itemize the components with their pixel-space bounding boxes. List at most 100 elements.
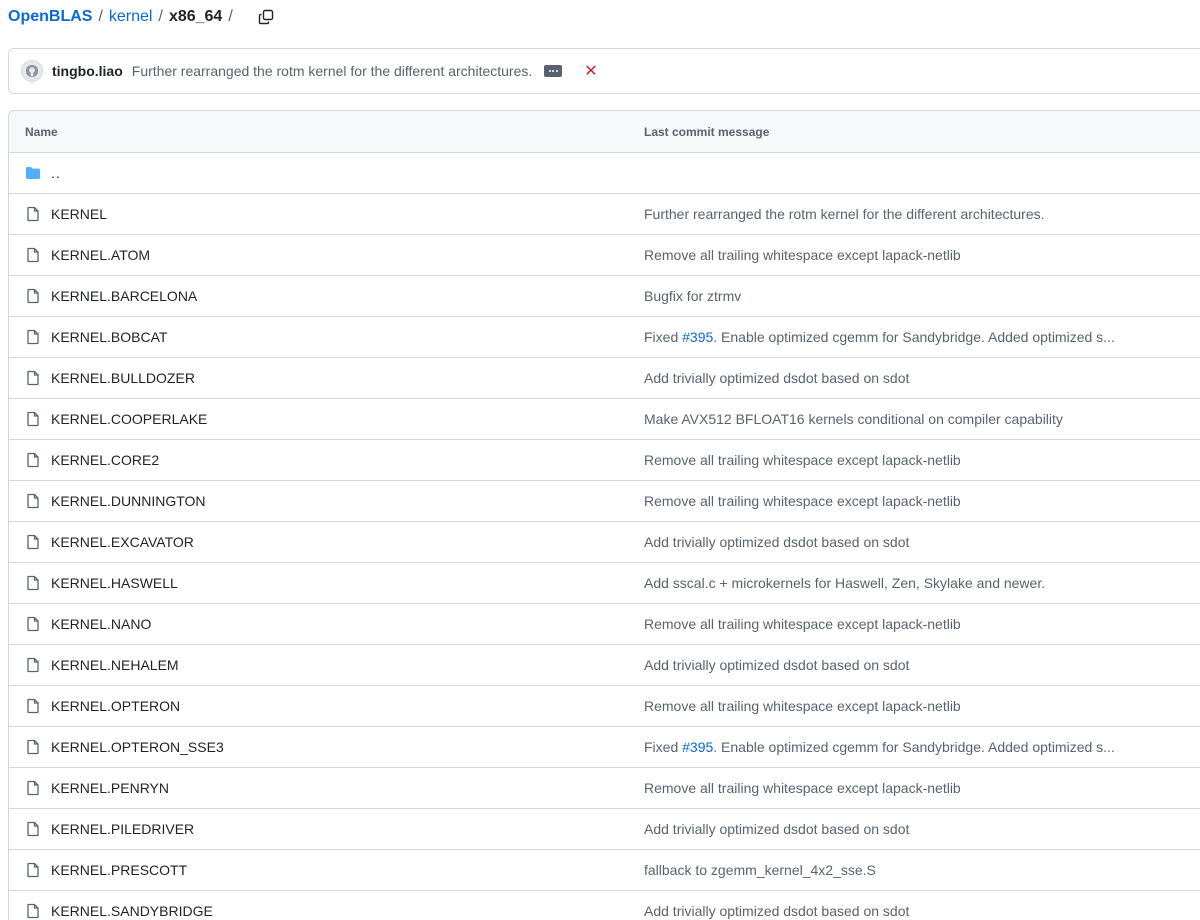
file-icon	[27, 452, 39, 468]
file-name-link[interactable]: KERNEL.PENRYN	[51, 780, 169, 796]
table-row[interactable]: KERNEL.EXCAVATOR Add trivially optimized …	[9, 522, 1200, 563]
file-name-link[interactable]: KERNEL.SANDYBRIDGE	[51, 903, 213, 919]
commit-message-text[interactable]: . Enable optimized cgemm for Sandybridge…	[713, 329, 1115, 345]
table-row[interactable]: KERNEL.PRESCOTT fallback to zgemm_kernel_…	[9, 850, 1200, 891]
breadcrumb-separator: /	[228, 8, 233, 25]
table-row[interactable]: KERNEL.OPTERON Remove all trailing whites…	[9, 686, 1200, 727]
commit-message-text[interactable]: Further rearranged the rotm kernel for t…	[644, 206, 1045, 222]
commit-message-text[interactable]: Remove all trailing whitespace except la…	[644, 247, 961, 263]
breadcrumb-folder-link[interactable]: kernel	[109, 8, 153, 26]
table-row[interactable]: KERNEL.PILEDRIVER Add trivially optimized…	[9, 809, 1200, 850]
table-row[interactable]: KERNEL.BOBCAT Fixed #395. Enable optimize…	[9, 317, 1200, 358]
ellipsis-dot	[555, 70, 558, 72]
commit-message-cell[interactable]: Remove all trailing whitespace except la…	[644, 452, 961, 468]
commit-message-cell[interactable]: Fixed #395. Enable optimized cgemm for S…	[644, 739, 1115, 755]
file-icon	[27, 780, 39, 796]
column-header-name: Name	[25, 124, 58, 139]
commit-message-text[interactable]: fallback to zgemm_kernel_4x2_sse.S	[644, 862, 876, 878]
commit-message-text[interactable]: Remove all trailing whitespace except la…	[644, 780, 961, 796]
commit-message-cell[interactable]: Add trivially optimized dsdot based on s…	[644, 903, 909, 919]
commit-message-cell[interactable]: Remove all trailing whitespace except la…	[644, 616, 961, 632]
commit-message-cell[interactable]: Add trivially optimized dsdot based on s…	[644, 657, 909, 673]
table-row[interactable]: KERNEL.BULLDOZER Add trivially optimized …	[9, 358, 1200, 399]
file-name-link[interactable]: KERNEL.BULLDOZER	[51, 370, 195, 386]
issue-link[interactable]: #395	[682, 739, 713, 755]
commit-message-text[interactable]: Add trivially optimized dsdot based on s…	[644, 534, 909, 550]
commit-message-cell[interactable]: Make AVX512 BFLOAT16 kernels conditional…	[644, 411, 1063, 427]
commit-message-text[interactable]: Remove all trailing whitespace except la…	[644, 493, 961, 509]
file-icon	[27, 206, 39, 222]
table-row[interactable]: KERNEL.NANO Remove all trailing whitespac…	[9, 604, 1200, 645]
commit-message-text[interactable]: Remove all trailing whitespace except la…	[644, 698, 961, 714]
file-name-link[interactable]: KERNEL.NANO	[51, 616, 151, 632]
commit-message-text[interactable]: Make AVX512 BFLOAT16 kernels conditional…	[644, 411, 1063, 427]
file-name-link[interactable]: KERNEL.OPTERON_SSE3	[51, 739, 224, 755]
commit-message-cell[interactable]: Remove all trailing whitespace except la…	[644, 780, 961, 796]
check-failed-icon[interactable]: ✕	[584, 61, 597, 81]
file-name-link[interactable]: KERNEL.HASWELL	[51, 575, 178, 591]
file-name-link[interactable]: KERNEL.COOPERLAKE	[51, 411, 207, 427]
commit-message-text[interactable]: Bugfix for ztrmv	[644, 288, 741, 304]
table-row[interactable]: KERNEL.OPTERON_SSE3 Fixed #395. Enable op…	[9, 727, 1200, 768]
commit-message-cell[interactable]: Add sscal.c + microkernels for Haswell, …	[644, 575, 1045, 591]
file-icon	[27, 288, 39, 304]
commit-message-cell[interactable]: Remove all trailing whitespace except la…	[644, 698, 961, 714]
file-icon	[27, 698, 39, 714]
commit-message-cell[interactable]: Add trivially optimized dsdot based on s…	[644, 534, 909, 550]
avatar[interactable]	[21, 60, 43, 82]
file-name-link[interactable]: KERNEL.BOBCAT	[51, 329, 167, 345]
commit-message-text[interactable]: Fixed	[644, 739, 682, 755]
commit-expand-button[interactable]	[544, 65, 563, 77]
commit-message-cell[interactable]: Bugfix for ztrmv	[644, 288, 741, 304]
commit-message-cell[interactable]: Further rearranged the rotm kernel for t…	[644, 206, 1045, 222]
file-name-link[interactable]: KERNEL.EXCAVATOR	[51, 534, 194, 550]
parent-directory-row[interactable]: ..	[9, 153, 1200, 194]
parent-directory-link[interactable]: ..	[51, 165, 61, 181]
table-row[interactable]: KERNEL.HASWELL Add sscal.c + microkernels…	[9, 563, 1200, 604]
breadcrumb-separator: /	[98, 8, 103, 25]
commit-message-text[interactable]: Fixed	[644, 329, 682, 345]
table-row[interactable]: KERNEL.DUNNINGTON Remove all trailing whi…	[9, 481, 1200, 522]
copy-path-button[interactable]	[255, 6, 277, 28]
table-row[interactable]: KERNEL.BARCELONA Bugfix for ztrmv	[9, 276, 1200, 317]
table-row[interactable]: KERNEL.COOPERLAKE Make AVX512 BFLOAT16 ke…	[9, 399, 1200, 440]
breadcrumb-separator: /	[158, 8, 163, 25]
file-icon	[27, 739, 39, 755]
commit-message-text[interactable]: Add sscal.c + microkernels for Haswell, …	[644, 575, 1045, 591]
file-name-link[interactable]: KERNEL.NEHALEM	[51, 657, 179, 673]
commit-message-cell[interactable]: Add trivially optimized dsdot based on s…	[644, 821, 909, 837]
file-icon	[27, 534, 39, 550]
commit-message-text[interactable]: Add trivially optimized dsdot based on s…	[644, 657, 909, 673]
file-name-link[interactable]: KERNEL.DUNNINGTON	[51, 493, 206, 509]
commit-message-cell[interactable]: Add trivially optimized dsdot based on s…	[644, 370, 909, 386]
table-row[interactable]: KERNEL.NEHALEM Add trivially optimized ds…	[9, 645, 1200, 686]
file-name-link[interactable]: KERNEL.BARCELONA	[51, 288, 197, 304]
table-row[interactable]: KERNEL.CORE2 Remove all trailing whitespa…	[9, 440, 1200, 481]
table-row[interactable]: KERNEL.PENRYN Remove all trailing whitesp…	[9, 768, 1200, 809]
file-name-link[interactable]: KERNEL.OPTERON	[51, 698, 180, 714]
commit-message-text[interactable]: Add trivially optimized dsdot based on s…	[644, 370, 909, 386]
commit-author-link[interactable]: tingbo.liao	[52, 63, 123, 79]
github-mark-icon	[25, 64, 39, 78]
commit-message-text[interactable]: Remove all trailing whitespace except la…	[644, 616, 961, 632]
file-name-link[interactable]: KERNEL	[51, 206, 107, 222]
table-row[interactable]: KERNEL.SANDYBRIDGE Add trivially optimize…	[9, 891, 1200, 920]
commit-message-text[interactable]: Remove all trailing whitespace except la…	[644, 452, 961, 468]
commit-message-text[interactable]: . Enable optimized cgemm for Sandybridge…	[713, 739, 1115, 755]
file-name-link[interactable]: KERNEL.PILEDRIVER	[51, 821, 194, 837]
commit-message-cell[interactable]: Remove all trailing whitespace except la…	[644, 493, 961, 509]
commit-message-text[interactable]: Add trivially optimized dsdot based on s…	[644, 903, 909, 919]
file-name-link[interactable]: KERNEL.ATOM	[51, 247, 150, 263]
commit-message-cell[interactable]: fallback to zgemm_kernel_4x2_sse.S	[644, 862, 876, 878]
issue-link[interactable]: #395	[682, 329, 713, 345]
table-row[interactable]: KERNEL Further rearranged the rotm kernel…	[9, 194, 1200, 235]
commit-message-link[interactable]: Further rearranged the rotm kernel for t…	[132, 63, 533, 79]
commit-message-text[interactable]: Add trivially optimized dsdot based on s…	[644, 821, 909, 837]
file-table: Name Last commit message .. KERNEL Furthe…	[8, 110, 1200, 920]
table-row[interactable]: KERNEL.ATOM Remove all trailing whitespac…	[9, 235, 1200, 276]
commit-message-cell[interactable]: Fixed #395. Enable optimized cgemm for S…	[644, 329, 1115, 345]
file-name-link[interactable]: KERNEL.PRESCOTT	[51, 862, 187, 878]
commit-message-cell[interactable]: Remove all trailing whitespace except la…	[644, 247, 961, 263]
breadcrumb-repo-link[interactable]: OpenBLAS	[8, 8, 92, 26]
file-name-link[interactable]: KERNEL.CORE2	[51, 452, 159, 468]
